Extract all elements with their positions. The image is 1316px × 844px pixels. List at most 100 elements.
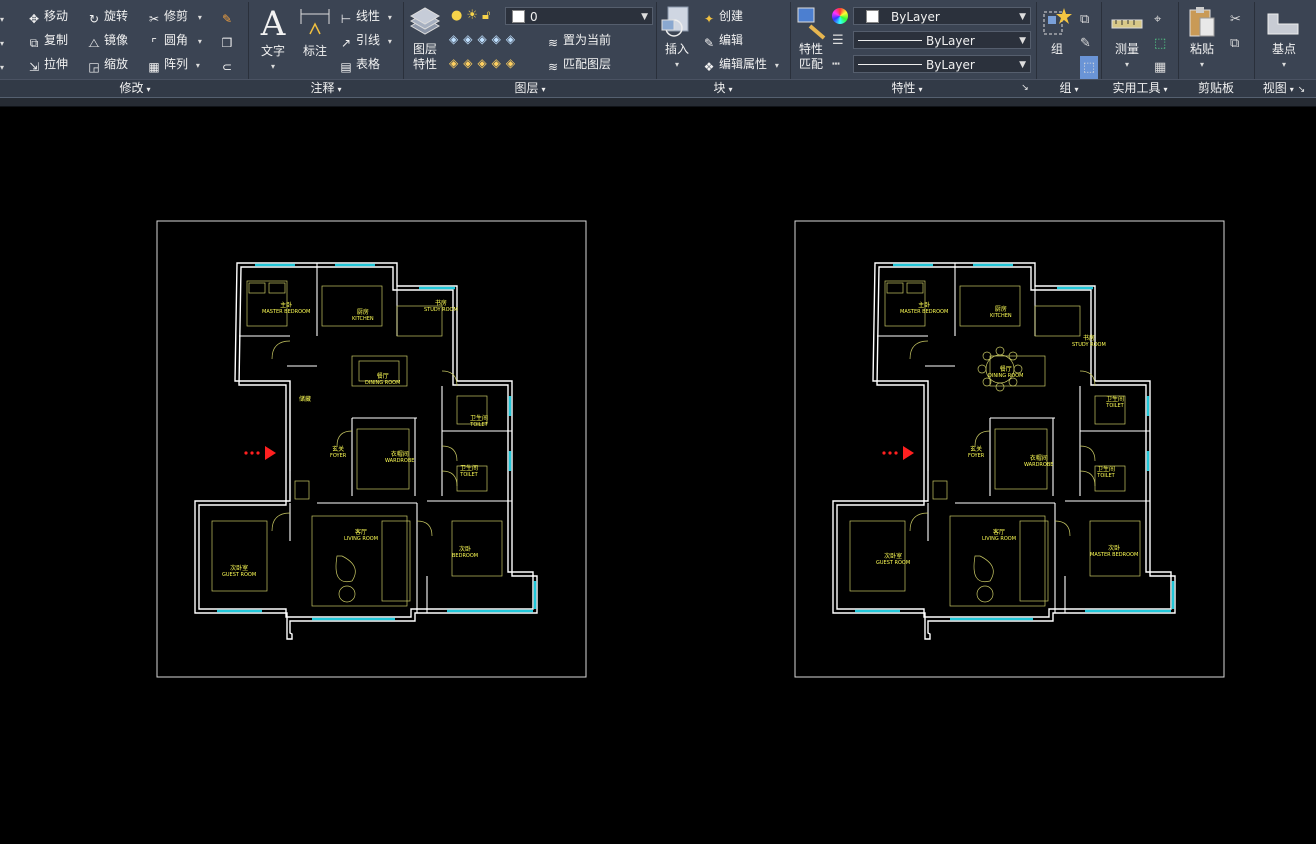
edit-attributes-button[interactable]: ❖ 编辑属性 ▾ bbox=[702, 56, 779, 74]
scale-icon: ◲ bbox=[88, 60, 100, 74]
leader-button[interactable]: ↗ 引线 ▾ bbox=[339, 32, 392, 50]
linetype-dropdown[interactable]: ByLayer ▼ bbox=[853, 55, 1031, 73]
linear-dim-icon: ⊢ bbox=[340, 12, 352, 26]
layers-panel-title[interactable]: 图层 ▾ bbox=[405, 80, 655, 96]
layer-dropdown[interactable]: 0 ▼ bbox=[505, 7, 653, 25]
trim-button[interactable]: ✂ 修剪 ▾ bbox=[147, 8, 202, 26]
move-icon: ✥ bbox=[28, 12, 40, 26]
lineweight-dropdown[interactable]: ByLayer ▼ bbox=[853, 31, 1031, 49]
erase-button[interactable]: ✎ bbox=[220, 8, 237, 26]
insert-button[interactable]: 插入 ▾ bbox=[660, 4, 694, 72]
offset-button[interactable]: ⊂ bbox=[220, 56, 237, 74]
scale-button[interactable]: ◲ 缩放 bbox=[87, 56, 128, 74]
trim-icon: ✂ bbox=[148, 12, 160, 26]
chevron-down-icon: ▼ bbox=[641, 12, 648, 22]
text-button[interactable]: A 文字 ▾ bbox=[256, 4, 290, 74]
move-button[interactable]: ✥ 移动 bbox=[27, 8, 68, 26]
table-button[interactable]: ▤ 表格 bbox=[339, 56, 380, 74]
model-space bbox=[156, 220, 1225, 678]
group-button[interactable]: 组 bbox=[1040, 4, 1074, 57]
rotate-button[interactable]: ↻ 旋转 bbox=[87, 8, 128, 26]
clipboard-panel-title[interactable]: 剪贴板 bbox=[1180, 80, 1252, 96]
room-label-toilet-1: 卫生间 TOILET bbox=[1106, 396, 1125, 409]
entry-arrow-left bbox=[244, 446, 276, 460]
leader-icon: ↗ bbox=[340, 36, 352, 50]
room-label-wardrobe: 衣帽间 WARDROBE bbox=[1024, 455, 1054, 468]
quick-select-icon: ⬚ bbox=[1154, 36, 1167, 51]
layer-color-swatch bbox=[512, 10, 525, 23]
dimension-button[interactable]: 标注 bbox=[298, 4, 332, 59]
collapsed-dropdown-icon[interactable]: ▾ bbox=[0, 58, 4, 76]
clipboard-icon bbox=[1184, 4, 1220, 42]
layer-tools-row-1[interactable]: ◈◈◈◈◈ bbox=[449, 32, 520, 46]
chevron-down-icon: ▼ bbox=[1019, 12, 1026, 22]
drawing-canvas[interactable]: 主卧 MASTER BEDROOM 厨房 KITCHEN 书房 STUDY ROOM … bbox=[0, 107, 1316, 844]
layer-current-icon: ≋ bbox=[547, 36, 559, 50]
annotation-panel-title[interactable]: 注释 ▾ bbox=[250, 80, 402, 96]
rotate-icon: ↻ bbox=[88, 12, 100, 26]
utilities-panel-title[interactable]: 实用工具 ▾ bbox=[1103, 80, 1177, 96]
collapsed-dropdown-icon[interactable]: ▾ bbox=[0, 34, 4, 52]
base-view-icon bbox=[1262, 4, 1306, 42]
groups-panel-title[interactable]: 组 ▾ bbox=[1038, 80, 1100, 96]
set-current-button[interactable]: ≋ 置为当前 bbox=[546, 32, 611, 50]
floor-plan-right bbox=[831, 261, 1177, 641]
mirror-button[interactable]: ⧍ 镜像 bbox=[87, 32, 128, 50]
match-properties-button[interactable]: 特性 匹配 bbox=[794, 4, 828, 72]
layer-properties-button[interactable]: 图层 特性 bbox=[406, 4, 444, 72]
room-label-foyer: 玄关 FOYER bbox=[968, 446, 985, 459]
text-icon: A bbox=[260, 4, 286, 44]
color-wheel-icon[interactable] bbox=[832, 8, 848, 24]
block-panel-title[interactable]: 块 ▾ bbox=[658, 80, 788, 96]
room-label-kitchen: 厨房 KITCHEN bbox=[352, 309, 374, 322]
lineweight-icon: ☰ bbox=[832, 33, 844, 48]
dimension-icon bbox=[298, 4, 332, 44]
properties-dialog-launcher[interactable]: ↘ bbox=[1018, 80, 1032, 96]
group-edit-icon: ✎ bbox=[1080, 36, 1091, 51]
room-label-toilet-1: 卫生间 TOILET bbox=[470, 415, 489, 428]
layer-tools-row-2[interactable]: ◈◈◈◈◈ bbox=[449, 56, 520, 70]
view-panel-title[interactable]: 视图 ▾ ↘ bbox=[1256, 80, 1312, 96]
room-label-storage: 储藏 bbox=[299, 396, 312, 403]
paste-button[interactable]: 粘贴 ▾ bbox=[1184, 4, 1220, 72]
create-block-button[interactable]: ✦ 创建 bbox=[702, 8, 743, 26]
id-point-icon: ⌖ bbox=[1154, 12, 1162, 27]
properties-panel-title[interactable]: 特性 ▾ bbox=[792, 80, 1022, 96]
base-view-button[interactable]: 基点 ▾ bbox=[1262, 4, 1306, 72]
color-swatch bbox=[866, 10, 879, 23]
group-tools[interactable]: ⧉ ✎ ⬚ bbox=[1080, 8, 1098, 80]
line-sample bbox=[858, 64, 922, 65]
explode-button[interactable]: ❒ bbox=[220, 32, 237, 50]
array-button[interactable]: ▦ 阵列 ▾ bbox=[147, 56, 200, 74]
layer-state-icons[interactable]: ● ☀ 🔓︎ bbox=[451, 8, 490, 23]
entry-arrow-right bbox=[882, 446, 914, 460]
room-label-master-bedroom: 主卧 MASTER BEDROOM bbox=[262, 302, 311, 315]
cut-icon: ✂ bbox=[1230, 12, 1241, 27]
room-label-study: 书房 STUDY ROOM bbox=[424, 300, 458, 313]
copy-clip-icon: ⧉ bbox=[1230, 36, 1240, 51]
clipboard-tools[interactable]: ✂ ⧉ bbox=[1230, 8, 1241, 56]
lock-icon: 🔓︎ bbox=[482, 8, 491, 23]
modify-panel-title[interactable]: 修改 ▾ bbox=[22, 80, 248, 96]
line-sample bbox=[858, 40, 922, 41]
room-label-toilet-2: 卫生间 TOILET bbox=[1097, 466, 1116, 479]
chevron-down-icon: ▼ bbox=[1019, 36, 1026, 46]
room-label-study: 书房 STUDY ROOM bbox=[1072, 335, 1106, 348]
color-dropdown[interactable]: ByLayer ▼ bbox=[853, 7, 1031, 25]
match-layer-button[interactable]: ≋ 匹配图层 bbox=[546, 56, 611, 74]
fillet-button[interactable]: ⌜ 圆角 ▾ bbox=[147, 32, 202, 50]
create-block-icon: ✦ bbox=[703, 12, 715, 26]
group-icon bbox=[1040, 4, 1074, 42]
match-layer-icon: ≋ bbox=[547, 60, 559, 74]
stretch-button[interactable]: ⇲ 拉伸 bbox=[27, 56, 68, 74]
linear-dim-button[interactable]: ⊢ 线性 ▾ bbox=[339, 8, 392, 26]
edit-block-button[interactable]: ✎ 编辑 bbox=[702, 32, 743, 50]
explode-icon: ❒ bbox=[221, 36, 233, 50]
room-label-guest-room: 次卧室 GUEST ROOM bbox=[876, 553, 911, 566]
collapsed-dropdown-icon[interactable]: ▾ bbox=[0, 10, 4, 28]
utility-tools[interactable]: ⌖ ⬚ ▦ bbox=[1154, 8, 1166, 80]
calculator-icon: ▦ bbox=[1154, 60, 1167, 75]
ungroup-icon: ⧉ bbox=[1080, 12, 1090, 27]
copy-button[interactable]: ⧉ 复制 bbox=[27, 32, 68, 50]
measure-button[interactable]: 测量 ▾ bbox=[1108, 4, 1146, 72]
